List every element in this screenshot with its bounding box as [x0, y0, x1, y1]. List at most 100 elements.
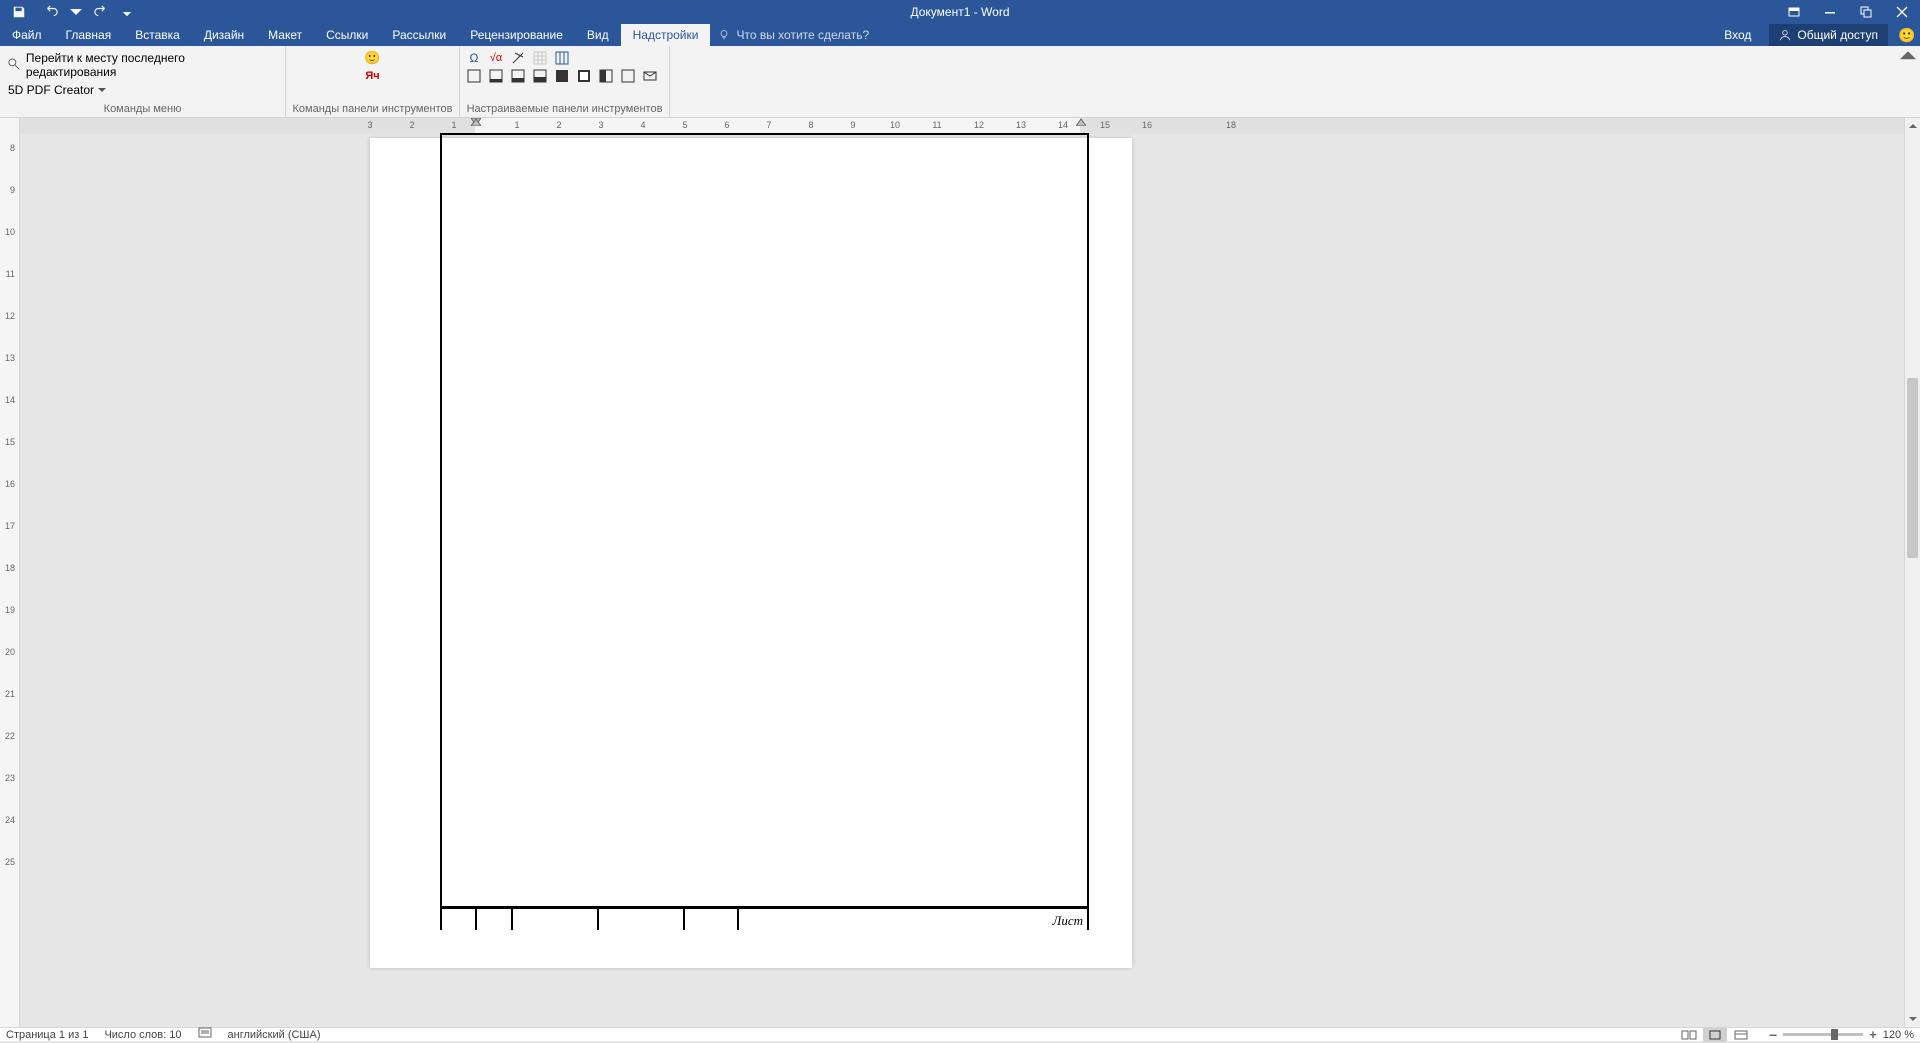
vruler-number: 16	[5, 479, 15, 489]
zoom-control: − + 120 %	[1769, 1027, 1914, 1043]
table-button[interactable]	[532, 50, 548, 66]
vruler-number: 24	[5, 815, 15, 825]
scroll-down-button[interactable]	[1905, 1011, 1920, 1027]
vruler-number: 23	[5, 773, 15, 783]
border-3[interactable]	[510, 68, 526, 84]
ribbon: Перейти к месту последнего редактировани…	[0, 46, 1920, 118]
page-indicator[interactable]: Страница 1 из 1	[6, 1029, 88, 1041]
share-button[interactable]: Общий доступ	[1769, 24, 1888, 46]
emoji-button[interactable]: 🙂	[365, 50, 381, 66]
vruler-number: 25	[5, 857, 15, 867]
document-area: 3 2 1 1 2 3 4 5 6 7 8 9 10 11 12 13 14 1…	[20, 118, 1904, 1027]
vruler-number: 18	[5, 563, 15, 573]
read-mode-button[interactable]	[1677, 1028, 1701, 1042]
sign-in-button[interactable]: Вход	[1712, 28, 1763, 42]
border-5[interactable]	[554, 68, 570, 84]
maximize-button[interactable]	[1848, 1, 1884, 23]
border-8[interactable]	[620, 68, 636, 84]
zoom-percent[interactable]: 120 %	[1883, 1029, 1914, 1041]
omega-button[interactable]: Ω	[466, 50, 482, 66]
vruler-number: 17	[5, 521, 15, 531]
qat-customize[interactable]	[120, 1, 134, 23]
language-indicator[interactable]: английский (США)	[228, 1029, 321, 1041]
footer-table[interactable]: Лист	[440, 908, 1089, 930]
window-title: Документ1 - Word	[0, 5, 1920, 19]
proofing-button[interactable]	[198, 1027, 212, 1042]
border-1[interactable]	[466, 68, 482, 84]
vruler-number: 9	[10, 185, 15, 195]
title-bar: Документ1 - Word	[0, 0, 1920, 24]
ribbon-group-toolbar-commands: 🙂 Яч Команды панели инструментов	[286, 46, 460, 117]
share-label: Общий доступ	[1797, 28, 1878, 42]
tab-insert[interactable]: Вставка	[123, 24, 192, 46]
tab-review[interactable]: Рецензирование	[458, 24, 575, 46]
vruler-number: 14	[5, 395, 15, 405]
strike-button[interactable]	[510, 50, 526, 66]
minimize-button[interactable]	[1812, 1, 1848, 23]
ribbon-tabs: Файл Главная Вставка Дизайн Макет Ссылки…	[0, 24, 1920, 46]
sqrt-button[interactable]: √α	[488, 50, 504, 66]
collapse-ribbon-button[interactable]	[1900, 48, 1916, 64]
vruler-number: 22	[5, 731, 15, 741]
zoom-slider[interactable]	[1783, 1033, 1863, 1036]
zoom-in-button[interactable]: +	[1869, 1027, 1877, 1042]
window-controls	[1776, 1, 1920, 23]
tab-home[interactable]: Главная	[54, 24, 124, 46]
tab-design[interactable]: Дизайн	[192, 24, 256, 46]
smiley-icon: 🙂	[1898, 27, 1915, 44]
omega-icon: Ω	[470, 51, 479, 65]
smiley-icon: 🙂	[364, 50, 380, 66]
pdf-creator-button[interactable]: 5D PDF Creator	[6, 82, 279, 98]
ribbon-group-custom-toolbars: Ω √α Настраиваемые панели инструментов	[460, 46, 670, 117]
right-indent-marker[interactable]	[1076, 118, 1086, 128]
vruler-number: 10	[5, 227, 15, 237]
pdf-creator-label: 5D PDF Creator	[8, 83, 94, 97]
zoom-out-button[interactable]: −	[1769, 1027, 1777, 1043]
spellcheck-button[interactable]: Яч	[365, 68, 381, 84]
undo-dropdown[interactable]	[70, 1, 82, 23]
group-label: Команды панели инструментов	[292, 103, 453, 117]
sheet-label: Лист	[1053, 913, 1083, 929]
quick-access-toolbar	[0, 1, 134, 23]
vruler-number: 15	[5, 437, 15, 447]
ribbon-collapse-area	[1896, 46, 1920, 117]
page-frame	[440, 133, 1089, 908]
vertical-ruler[interactable]: 8 9 10 11 12 13 14 15 16 17 18 19 20 21 …	[0, 118, 20, 1027]
tab-layout[interactable]: Макет	[256, 24, 314, 46]
tab-references[interactable]: Ссылки	[314, 24, 380, 46]
border-6[interactable]	[576, 68, 592, 84]
tab-mailings[interactable]: Рассылки	[380, 24, 458, 46]
tab-file[interactable]: Файл	[0, 24, 54, 46]
vruler-number: 21	[5, 689, 15, 699]
feedback-button[interactable]: 🙂	[1894, 24, 1920, 46]
print-layout-button[interactable]	[1703, 1028, 1727, 1042]
spellcheck-icon: Яч	[365, 70, 379, 82]
goto-last-edit-button[interactable]: Перейти к месту последнего редактировани…	[6, 50, 279, 80]
tell-me-placeholder: Что вы хотите сделать?	[736, 28, 869, 42]
web-layout-button[interactable]	[1729, 1028, 1753, 1042]
save-button[interactable]	[6, 1, 32, 23]
redo-button[interactable]	[88, 1, 114, 23]
vruler-number: 8	[10, 143, 15, 153]
vruler-number: 11	[6, 269, 15, 279]
tab-view[interactable]: Вид	[575, 24, 621, 46]
hanging-indent-marker[interactable]	[471, 118, 481, 128]
tell-me-search[interactable]: Что вы хотите сделать?	[710, 24, 877, 46]
document-page[interactable]: Лист	[370, 138, 1132, 968]
border-4[interactable]	[532, 68, 548, 84]
scroll-thumb[interactable]	[1907, 378, 1918, 558]
close-button[interactable]	[1884, 1, 1920, 23]
ribbon-group-menu-commands: Перейти к месту последнего редактировани…	[0, 46, 286, 117]
ribbon-display-button[interactable]	[1776, 1, 1812, 23]
vertical-scrollbar[interactable]	[1904, 118, 1920, 1027]
scroll-up-button[interactable]	[1905, 118, 1920, 134]
border-2[interactable]	[488, 68, 504, 84]
border-7[interactable]	[598, 68, 614, 84]
word-count[interactable]: Число слов: 10	[104, 1029, 181, 1041]
mail-button[interactable]	[642, 68, 658, 84]
tab-addins[interactable]: Надстройки	[621, 24, 711, 46]
grid-button[interactable]	[554, 50, 570, 66]
zoom-thumb[interactable]	[1831, 1029, 1838, 1040]
undo-button[interactable]	[38, 1, 64, 23]
horizontal-ruler[interactable]: 3 2 1 1 2 3 4 5 6 7 8 9 10 11 12 13 14 1…	[20, 118, 1904, 134]
